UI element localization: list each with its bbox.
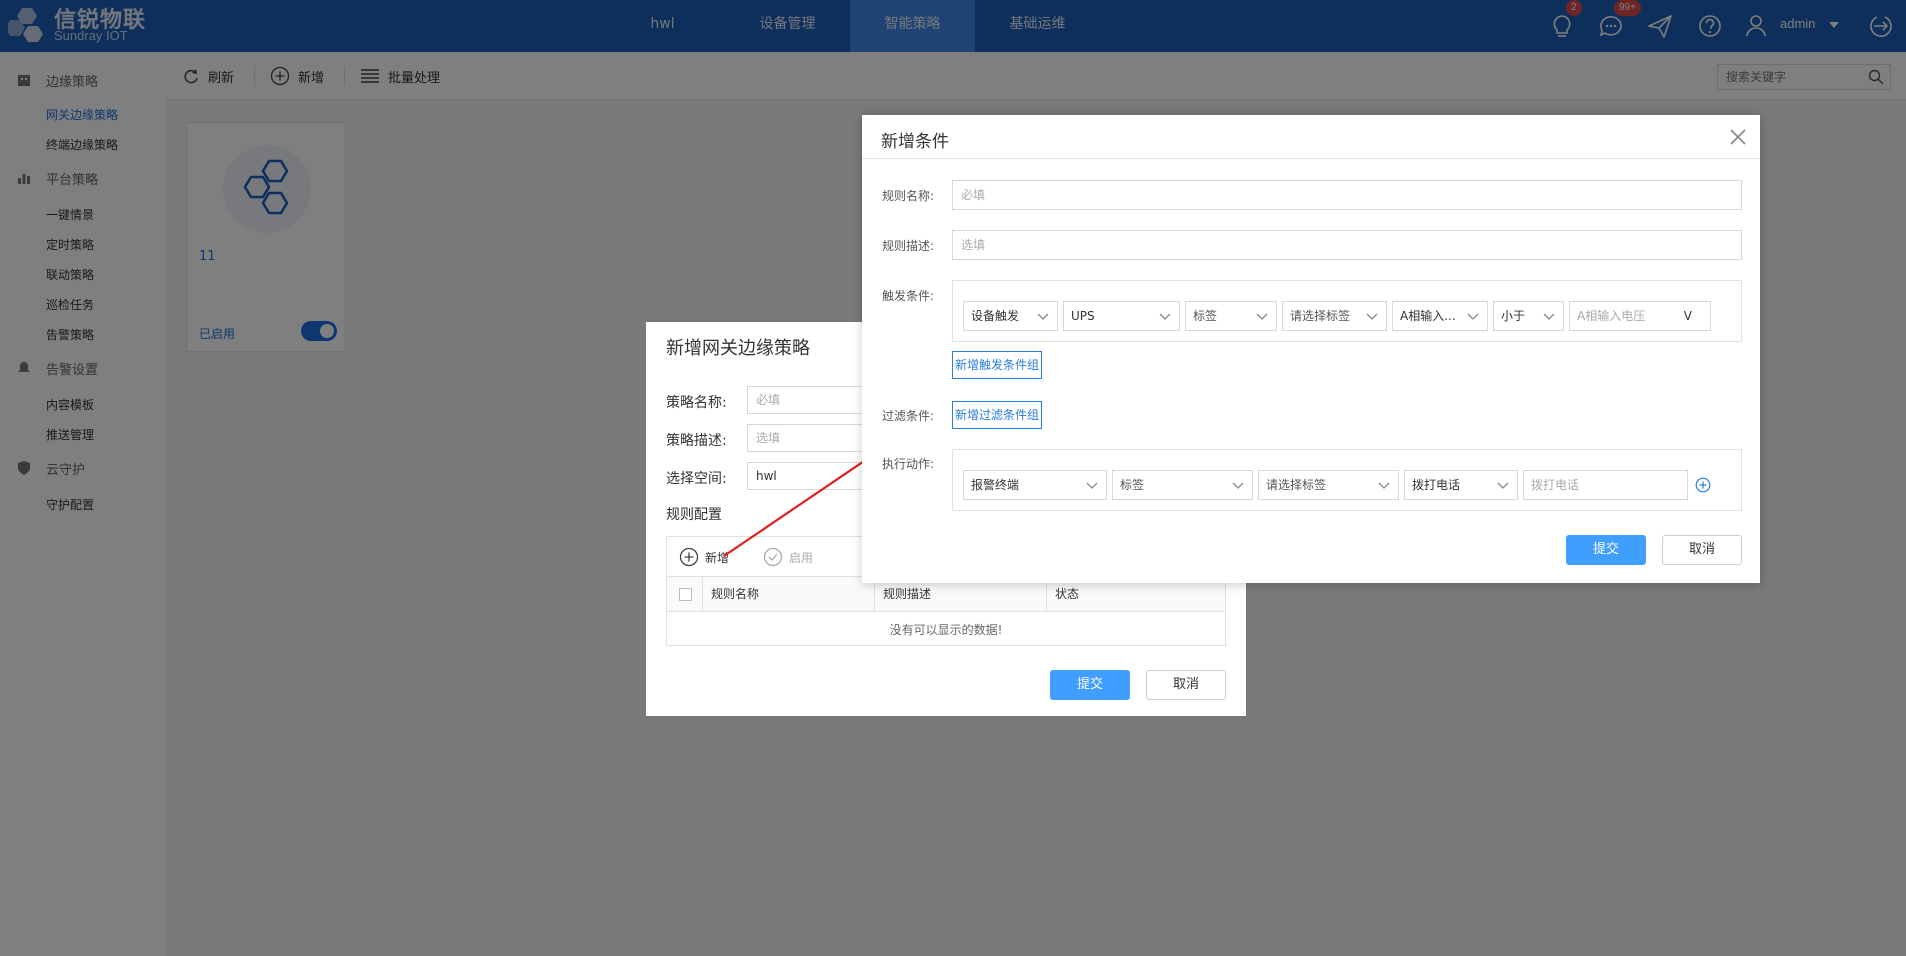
chevron-down-icon [1366,313,1378,320]
chevron-down-icon [1467,313,1479,320]
trigger-value-unit: V [1683,309,1692,323]
chevron-down-icon [1256,313,1268,320]
chevron-down-icon [1037,313,1049,320]
trigger-tag-type-select[interactable]: 标签 [1185,301,1277,331]
trigger-type-select[interactable]: 设备触发 [963,301,1058,331]
trigger-device-select[interactable]: UPS [1063,301,1180,331]
action-phone-input[interactable] [1531,478,1631,492]
dialog-title: 新增条件 [881,132,949,152]
chevron-down-icon [1497,482,1509,489]
dialog2-cancel-button[interactable]: 取消 [1662,535,1742,565]
action-phone-field [1523,470,1688,500]
dialog2-submit-button[interactable]: 提交 [1566,535,1646,565]
chevron-down-icon [1159,313,1171,320]
add-trigger-group-button[interactable]: 新增触发条件组 [952,351,1043,379]
chevron-down-icon [1378,482,1390,489]
trigger-operator-select[interactable]: 小于 [1493,301,1564,331]
trigger-tag-select[interactable]: 请选择标签 [1282,301,1387,331]
filter-condition-label: 过滤条件: [882,409,935,423]
rule-name-input[interactable] [952,180,1742,210]
rule-name-label: 规则名称: [882,189,935,203]
trigger-condition-group: 设备触发 UPS 标签 请选择标签 A相输入... 小于 V [952,280,1742,342]
add-action-icon[interactable] [1695,477,1711,493]
dialog-header: 新增条件 [862,115,1760,159]
action-tag-select[interactable]: 请选择标签 [1258,470,1399,500]
action-group: 报警终端 标签 请选择标签 拨打电话 [952,449,1742,511]
trigger-value-field: V [1569,301,1711,331]
add-filter-group-button[interactable]: 新增过滤条件组 [952,401,1043,429]
close-icon[interactable] [1728,127,1748,147]
action-tag-type-select[interactable]: 标签 [1112,470,1253,500]
trigger-value-input[interactable] [1577,309,1677,323]
chevron-down-icon [1543,313,1555,320]
rule-desc-label: 规则描述: [882,239,935,253]
action-label: 执行动作: [882,457,935,471]
trigger-condition-label: 触发条件: [882,289,935,303]
rule-desc-input[interactable] [952,230,1742,260]
chevron-down-icon [1232,482,1244,489]
add-condition-dialog: 新增条件 规则名称: 规则描述: 触发条件: 设备触发 UPS 标签 请选择标签… [862,115,1760,583]
action-method-select[interactable]: 拨打电话 [1404,470,1518,500]
action-target-select[interactable]: 报警终端 [963,470,1107,500]
chevron-down-icon [1086,482,1098,489]
trigger-metric-select[interactable]: A相输入... [1392,301,1488,331]
